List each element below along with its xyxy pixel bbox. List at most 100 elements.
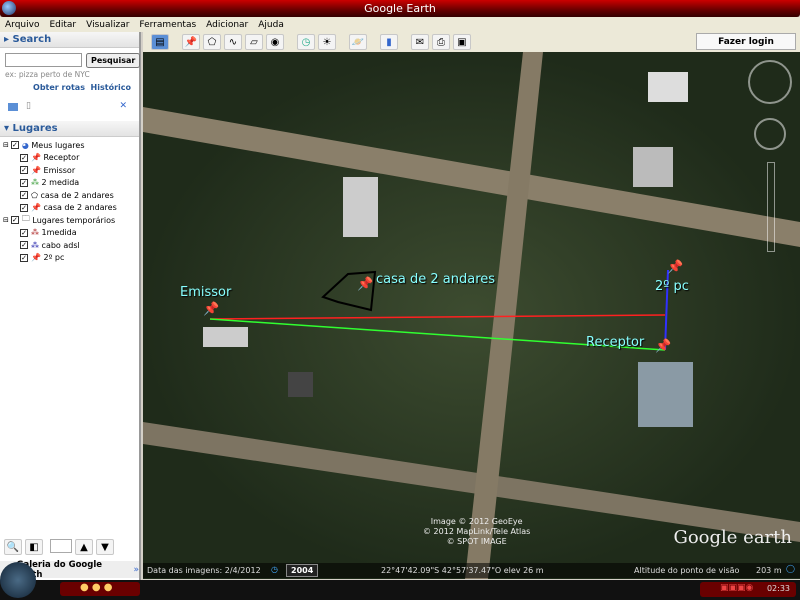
places-tree: ⊟ ✓ ◕ Meus lugares ✓ 📌 Receptor ✓ 📌 Emissor … [0, 137, 139, 264]
menu-adicionar[interactable]: Adicionar [206, 20, 248, 30]
history-clock-icon[interactable]: ◷ [271, 565, 278, 574]
gallery-arrows-icon[interactable]: » [133, 565, 139, 575]
building [638, 362, 693, 427]
building [343, 177, 378, 237]
placemark-icon[interactable]: 📌 [182, 34, 200, 50]
tree-item[interactable]: ✓ 📌 Receptor [0, 152, 139, 165]
imagery-date: Data das imagens: 2/4/2012 [147, 566, 261, 575]
sun-icon[interactable]: ☀ [318, 34, 336, 50]
compass-control[interactable] [748, 60, 792, 104]
tree-label: Receptor [43, 153, 80, 163]
search-header[interactable]: ▸ Search [0, 32, 139, 48]
history-link[interactable]: Histórico [91, 83, 131, 92]
directions-link[interactable]: Obter rotas [33, 83, 85, 92]
panel-toggle-icon[interactable]: ◧ [25, 539, 43, 555]
look-control[interactable] [754, 118, 786, 150]
altitude-label: Altitude do ponto de visão [634, 566, 740, 575]
tree-item[interactable]: ⊟ ✓ 🗀 Lugares temporários [0, 214, 139, 227]
add-folder-icon[interactable] [8, 103, 18, 111]
move-down-icon[interactable]: ▼ [96, 539, 114, 555]
toolbar: ▤ 📌 ⬠ ∿ ▱ ◉ ◷ ☀ 🪐 ▮ ✉ ⎙ ▣ Fazer login [143, 32, 800, 52]
polygon-icon: ⬠ [31, 190, 38, 200]
casa-pushpin-icon[interactable]: 📌 [357, 277, 373, 292]
map-view[interactable]: Emissor 📌 casa de 2 andares 📌 2º pc 📌 Re… [143, 52, 800, 579]
print-icon[interactable]: ⎙ [432, 34, 450, 50]
tree-item[interactable]: ✓ ⁂ 2 medida [0, 177, 139, 190]
pushpin-icon: 📌 [31, 253, 41, 263]
checkbox[interactable]: ✓ [10, 141, 19, 150]
places-filter-input[interactable] [50, 539, 72, 553]
checkbox[interactable]: ✓ [10, 216, 19, 225]
pc2-pushpin-icon[interactable]: 📌 [667, 260, 683, 275]
email-icon[interactable]: ✉ [411, 34, 429, 50]
login-button[interactable]: Fazer login [696, 33, 796, 50]
checkbox[interactable]: ✓ [20, 153, 28, 162]
tree-item[interactable]: ✓ 📌 casa de 2 andares [0, 202, 139, 215]
search-input[interactable] [5, 53, 82, 67]
title-bar: Google Earth [0, 0, 800, 17]
history-year-button[interactable]: 2004 [286, 564, 319, 577]
checkbox[interactable]: ✓ [20, 166, 28, 175]
add-content-icon[interactable]: ▯ [26, 101, 31, 111]
path-icon[interactable]: ∿ [224, 34, 242, 50]
maps-icon[interactable]: ▣ [453, 34, 471, 50]
search-button[interactable]: Pesquisar [86, 53, 141, 68]
ruler-icon[interactable]: ▮ [380, 34, 398, 50]
folder-icon: 🗀 [21, 214, 30, 224]
checkbox[interactable]: ✓ [20, 241, 28, 250]
tree-item[interactable]: ✓ 📌 2º pc [0, 252, 139, 265]
search-places-icon[interactable]: 🔍 [4, 539, 22, 555]
altitude-value: 203 m [756, 566, 782, 575]
tree-label: Meus lugares [31, 140, 85, 150]
pushpin-icon: 📌 [31, 165, 41, 175]
coordinates: 22°47'42.09"S 42°57'37.47"O elev 26 m [381, 566, 544, 575]
polygon-icon[interactable]: ⬠ [203, 34, 221, 50]
streaming-icon: ◯ [786, 564, 795, 573]
menu-visualizar[interactable]: Visualizar [86, 20, 129, 30]
receptor-pushpin-icon[interactable]: 📌 [655, 339, 671, 354]
tour-icon[interactable]: ◉ [266, 34, 284, 50]
tree-item[interactable]: ✓ ⁂ cabo adsl [0, 239, 139, 252]
copyright-line: © 2012 MapLink/Tele Atlas [423, 527, 531, 536]
menu-ajuda[interactable]: Ajuda [258, 20, 284, 30]
menu-editar[interactable]: Editar [49, 20, 76, 30]
search-hint: ex: pizza perto de NYC [5, 70, 90, 79]
checkbox[interactable]: ✓ [20, 191, 28, 200]
menu-ferramentas[interactable]: Ferramentas [139, 20, 196, 30]
tree-item[interactable]: ⊟ ✓ ◕ Meus lugares [0, 139, 139, 152]
planet-icon[interactable]: 🪐 [349, 34, 367, 50]
history-icon[interactable]: ◷ [297, 34, 315, 50]
building [203, 327, 248, 347]
checkbox[interactable]: ✓ [20, 253, 28, 262]
checkbox[interactable]: ✓ [20, 228, 28, 237]
menu-arquivo[interactable]: Arquivo [5, 20, 39, 30]
emissor-label: Emissor [180, 285, 232, 300]
close-icon[interactable]: ✕ [119, 101, 127, 111]
path-icon: ⁂ [31, 178, 39, 188]
places-header[interactable]: ▾ Lugares [0, 121, 139, 137]
building [633, 147, 673, 187]
zoom-slider[interactable] [767, 162, 775, 252]
status-bar: Data das imagens: 2/4/2012 ◷ 2004 22°47'… [143, 563, 800, 578]
copyright: Image © 2012 GeoEye © 2012 MapLink/Tele … [423, 517, 530, 547]
emissor-pushpin-icon[interactable]: 📌 [203, 302, 219, 317]
clock[interactable]: 02:33 [767, 584, 790, 593]
tree-label: 2º pc [43, 253, 65, 263]
checkbox[interactable]: ✓ [20, 178, 28, 187]
move-up-icon[interactable]: ▲ [75, 539, 93, 555]
tree-label: cabo adsl [41, 240, 80, 250]
tree-item[interactable]: ✓ 📌 Emissor [0, 164, 139, 177]
copyright-line: Image © 2012 GeoEye [430, 517, 523, 526]
checkbox[interactable]: ✓ [20, 203, 28, 212]
quicklaunch-icons[interactable]: ● ● ● [60, 582, 140, 596]
path-icon: ⁂ [31, 240, 39, 250]
tray-icons[interactable]: ▣▣▣◉ [720, 583, 753, 593]
tree-item[interactable]: ✓ ⁂ 1medida [0, 227, 139, 240]
places-header-label: Lugares [12, 123, 58, 134]
overlay-icon[interactable]: ▱ [245, 34, 263, 50]
satellite-imagery [143, 52, 800, 579]
tree-item[interactable]: ✓ ⬠ casa de 2 andares [0, 189, 139, 202]
tree-label: Emissor [43, 165, 76, 175]
sidebar-toggle-icon[interactable]: ▤ [151, 34, 169, 50]
start-button[interactable] [0, 562, 36, 598]
